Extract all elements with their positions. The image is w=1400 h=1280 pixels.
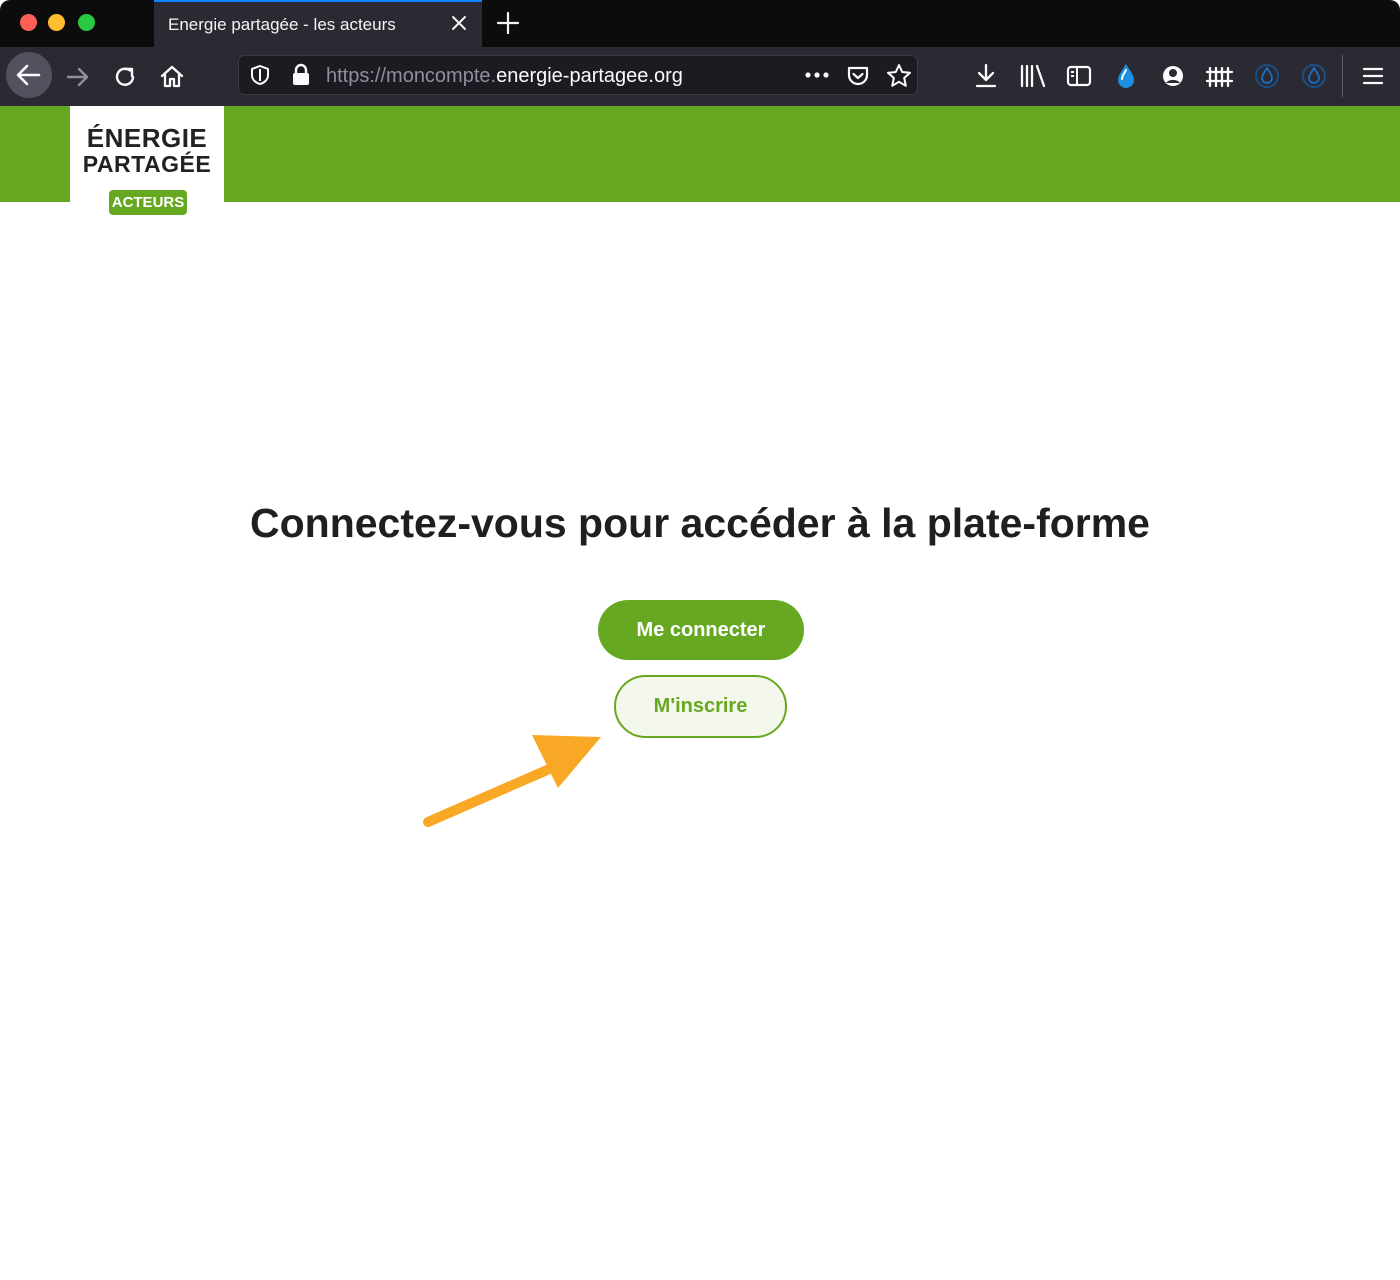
toolbar-divider (1342, 55, 1343, 97)
back-button[interactable] (6, 52, 52, 98)
close-tab-icon[interactable] (448, 12, 470, 34)
maximize-window-button[interactable] (78, 14, 95, 31)
fence-extension-icon[interactable] (1205, 62, 1235, 90)
url-domain: energie-partagee.org (496, 65, 683, 87)
tracking-shield-icon[interactable] (249, 64, 271, 86)
sidebar-icon[interactable] (1065, 62, 1093, 90)
reload-icon[interactable] (110, 62, 140, 92)
tab-title: Energie partagée - les acteurs (168, 15, 396, 34)
site-logo[interactable]: ÉNERGIE PARTAGÉE ACTEURS (70, 106, 224, 224)
active-tab[interactable]: Energie partagée - les acteurs (154, 0, 482, 47)
minimize-window-button[interactable] (48, 14, 65, 31)
logo-text-line1: ÉNERGIE (86, 123, 208, 153)
library-icon[interactable] (1018, 62, 1048, 90)
pocket-icon[interactable] (845, 63, 871, 89)
new-tab-icon[interactable] (495, 10, 521, 36)
title-bar: Energie partagée - les acteurs (0, 0, 1400, 47)
page-heading: Connectez-vous pour accéder à la plate-f… (250, 500, 1150, 546)
lock-icon[interactable] (290, 63, 312, 87)
annotation-arrow-icon (423, 735, 601, 827)
url-prefix: https://moncompte. (326, 65, 497, 87)
blue-drop-outline-icon-2[interactable] (1300, 61, 1328, 91)
logo-text-line2: PARTAGÉE (82, 151, 212, 177)
blue-drop-outline-icon[interactable] (1253, 61, 1281, 91)
page-actions-icon[interactable] (804, 67, 830, 83)
downloads-icon[interactable] (972, 62, 1000, 90)
address-bar[interactable]: https://moncompte.energie-partagee.org (238, 55, 918, 95)
browser-window: Energie partagée - les acteurs https://m… (0, 0, 1400, 1280)
browser-toolbar: https://moncompte.energie-partagee.org (0, 47, 1400, 107)
bookmark-star-icon[interactable] (885, 62, 913, 90)
forward-arrow-icon[interactable] (63, 62, 93, 92)
close-window-button[interactable] (20, 14, 37, 31)
home-icon[interactable] (157, 61, 187, 91)
logo-badge: ACTEURS (109, 190, 187, 215)
account-icon[interactable] (1159, 62, 1187, 90)
back-arrow-icon (16, 64, 41, 86)
water-drop-extension-icon[interactable] (1113, 61, 1139, 91)
hamburger-menu-icon[interactable] (1360, 63, 1386, 89)
url-text[interactable]: https://moncompte.energie-partagee.org (326, 65, 683, 88)
login-button[interactable]: Me connecter (598, 600, 804, 660)
signup-button[interactable]: M'inscrire (614, 675, 787, 738)
